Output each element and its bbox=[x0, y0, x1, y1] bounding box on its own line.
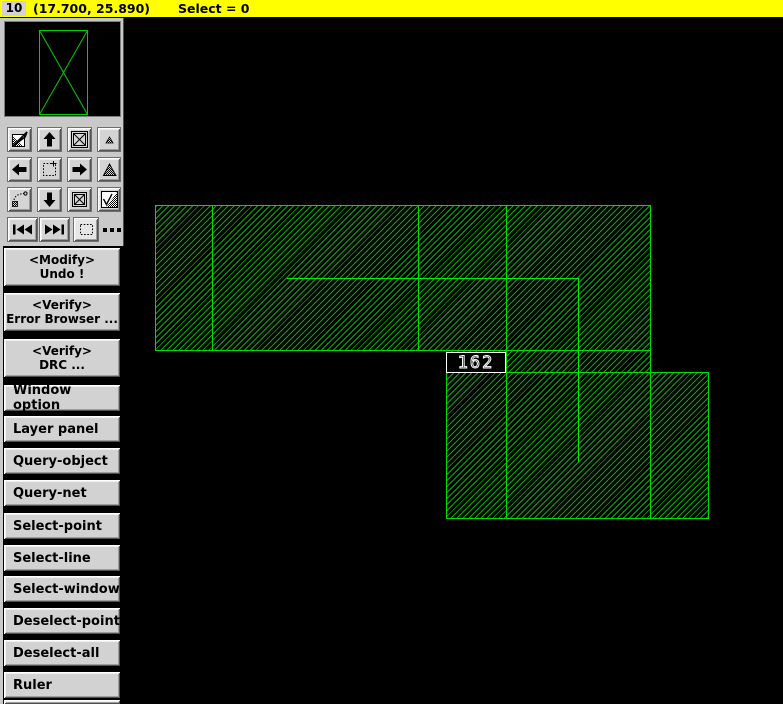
down-arrow-icon bbox=[43, 192, 56, 207]
net-label-box[interactable]: 162 bbox=[446, 352, 506, 373]
clipped-button[interactable] bbox=[4, 700, 120, 704]
cursor-coordinates: (17.700, 25.890) bbox=[33, 1, 150, 16]
button-label: Query-object bbox=[13, 453, 108, 469]
layer-panel-button[interactable]: Layer panel bbox=[4, 416, 120, 442]
right-arrow-icon bbox=[72, 163, 87, 176]
mask-edit-button[interactable] bbox=[97, 187, 121, 212]
button-line: <Modify> bbox=[28, 253, 96, 267]
query-net-button[interactable]: Query-net bbox=[4, 480, 120, 506]
shape-edge-line bbox=[506, 205, 507, 519]
button-label: Select-point bbox=[13, 518, 102, 534]
button-label: Query-net bbox=[13, 485, 87, 501]
fast-forward-icon bbox=[45, 224, 64, 235]
check-mask-icon bbox=[100, 191, 118, 208]
zoom-in-button[interactable] bbox=[97, 157, 121, 182]
modify-undo-button[interactable]: <Modify> Undo ! bbox=[4, 248, 120, 286]
verify-error-browser-button[interactable]: <Verify> Error Browser ... bbox=[4, 293, 120, 331]
verify-drc-button[interactable]: <Verify> DRC ... bbox=[4, 339, 120, 377]
net-wire-horizontal[interactable] bbox=[287, 278, 579, 279]
shape-edge-line bbox=[212, 205, 213, 351]
button-line: Undo ! bbox=[39, 267, 85, 281]
sidebar: <Modify> Undo ! <Verify> Error Browser .… bbox=[0, 18, 126, 704]
shape-edge-line bbox=[650, 372, 651, 519]
box-x-small-icon bbox=[72, 192, 87, 207]
pan-right-button[interactable] bbox=[67, 157, 92, 182]
shrink-area-icon bbox=[12, 191, 28, 207]
select-box-button[interactable] bbox=[73, 217, 99, 242]
ellipsis-icon bbox=[103, 227, 121, 232]
mountain-icon bbox=[102, 163, 117, 176]
select-window-button[interactable]: Select-window bbox=[4, 576, 120, 602]
left-arrow-icon bbox=[12, 163, 27, 176]
zoom-previous-button[interactable] bbox=[7, 187, 32, 212]
button-line: <Verify> bbox=[32, 344, 92, 358]
button-label: Select-line bbox=[13, 550, 91, 566]
net-wire-vertical[interactable] bbox=[578, 278, 579, 462]
pan-up-button[interactable] bbox=[37, 127, 62, 152]
window-option-button[interactable]: Window option bbox=[4, 383, 120, 413]
button-label: Window option bbox=[13, 383, 72, 413]
pan-down-button[interactable] bbox=[37, 187, 62, 212]
zoom-window-button[interactable] bbox=[37, 157, 62, 182]
deselect-all-button[interactable]: Deselect-all bbox=[4, 640, 120, 666]
net-label-text: 162 bbox=[457, 352, 495, 373]
redraw-button[interactable] bbox=[67, 187, 92, 212]
small-mountain-icon bbox=[104, 136, 114, 144]
edit-layer-button[interactable] bbox=[7, 127, 32, 152]
button-label: Ruler bbox=[13, 677, 52, 693]
box-x-icon bbox=[71, 131, 88, 148]
button-label: Layer panel bbox=[13, 421, 99, 437]
dashed-box-plus-icon bbox=[43, 161, 57, 176]
navigator-overview[interactable] bbox=[4, 21, 121, 117]
status-titlebar: 10 (17.700, 25.890) Select = 0 bbox=[0, 0, 783, 18]
query-object-button[interactable]: Query-object bbox=[4, 448, 120, 474]
view-last-button[interactable] bbox=[39, 217, 70, 242]
window-id-badge: 10 bbox=[2, 1, 26, 16]
zoom-fit-button[interactable] bbox=[67, 127, 92, 152]
select-count: Select = 0 bbox=[178, 1, 250, 16]
button-label: Select-window bbox=[13, 581, 120, 597]
button-line: <Verify> bbox=[32, 298, 92, 312]
navigator-extent-icon bbox=[39, 30, 88, 115]
pan-left-button[interactable] bbox=[7, 157, 32, 182]
ruler-button[interactable]: Ruler bbox=[4, 672, 120, 698]
edit-layer-icon bbox=[12, 131, 28, 147]
more-options-button[interactable] bbox=[101, 217, 123, 242]
select-line-button[interactable]: Select-line bbox=[4, 545, 120, 571]
rewind-icon bbox=[13, 224, 32, 235]
view-first-button[interactable] bbox=[7, 217, 38, 242]
deselect-point-button[interactable]: Deselect-point bbox=[4, 608, 120, 634]
button-label: Deselect-all bbox=[13, 645, 100, 661]
zoom-out-small-button[interactable] bbox=[97, 127, 121, 152]
button-label: Deselect-point bbox=[13, 613, 120, 629]
select-point-button[interactable]: Select-point bbox=[4, 513, 120, 539]
button-line: DRC ... bbox=[39, 358, 85, 372]
button-line: Error Browser ... bbox=[6, 312, 118, 326]
up-arrow-icon bbox=[43, 132, 56, 147]
dashed-selection-icon bbox=[79, 224, 93, 235]
layout-canvas[interactable]: 162 bbox=[126, 18, 783, 704]
